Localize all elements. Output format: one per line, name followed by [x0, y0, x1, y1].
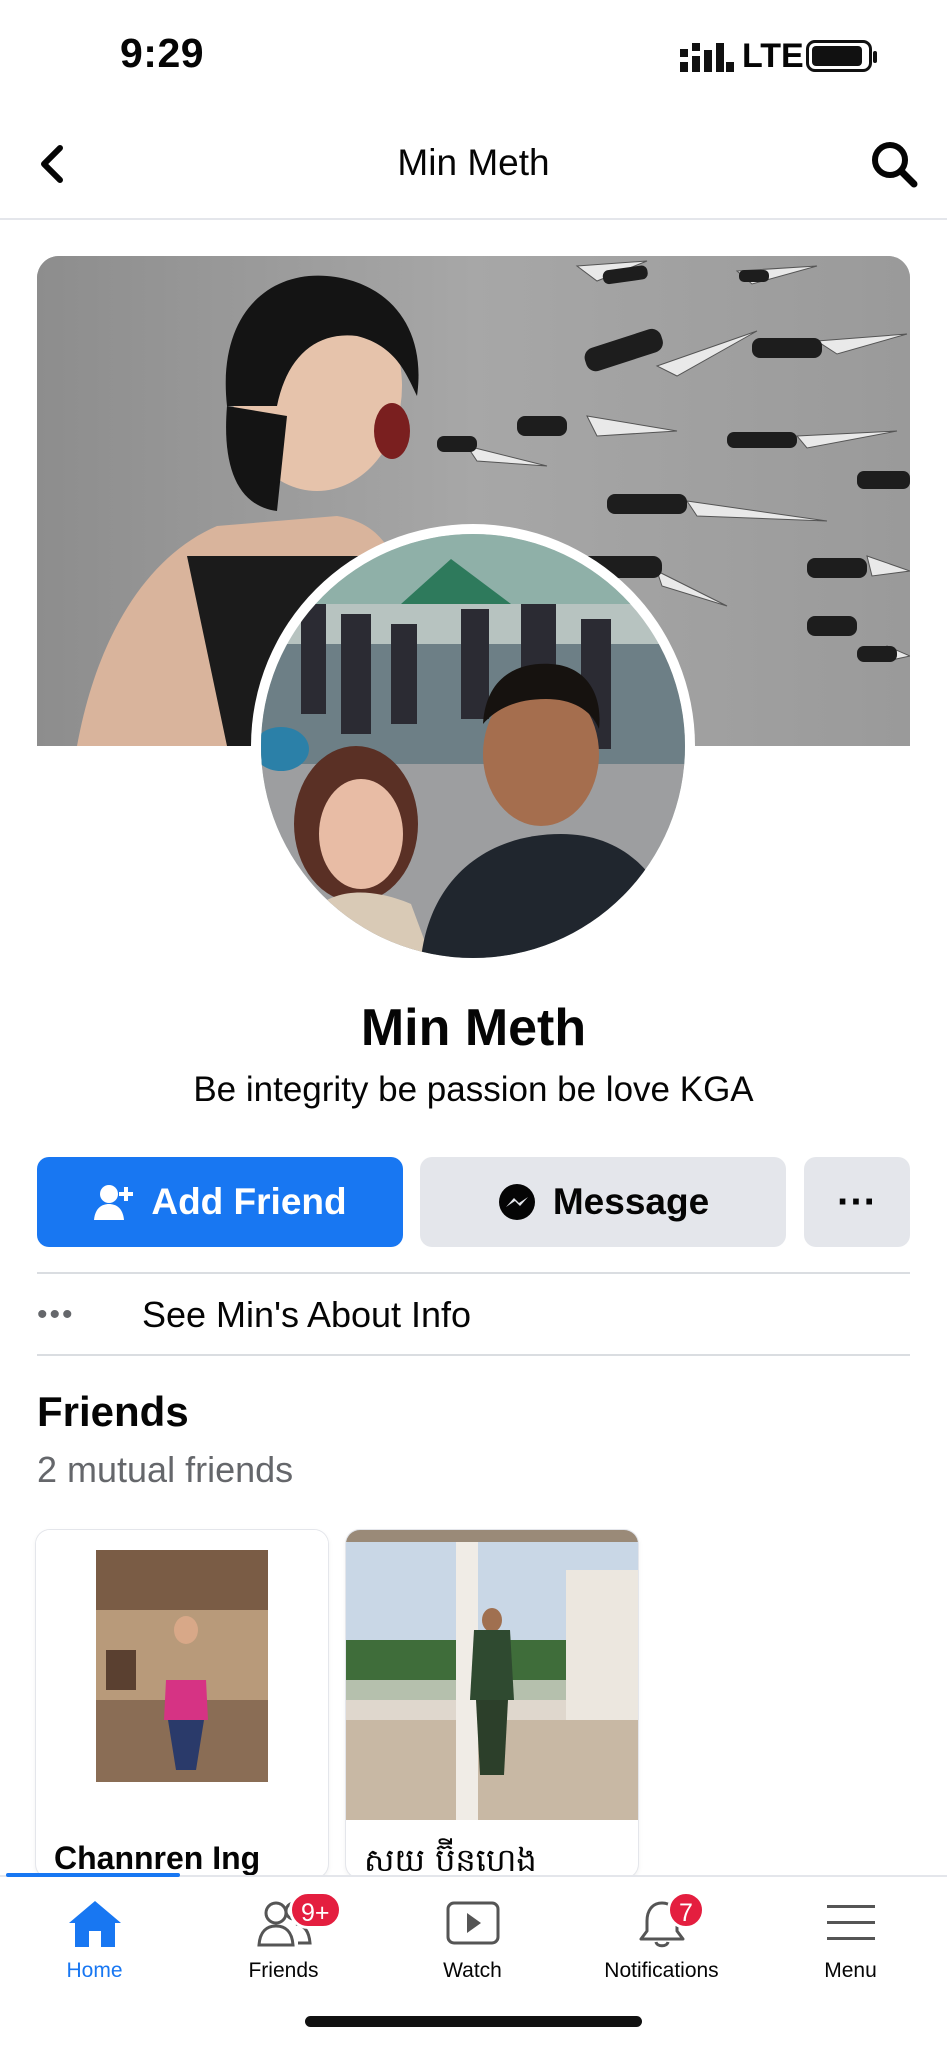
tab-friends[interactable]: 9+ Friends — [189, 1891, 378, 2007]
add-friend-icon — [94, 1185, 134, 1220]
tab-home[interactable]: Home — [0, 1897, 189, 2007]
watch-icon — [446, 1901, 499, 1945]
profile-picture-image — [261, 534, 685, 958]
search-button[interactable] — [866, 136, 924, 194]
friend-photo — [346, 1530, 638, 1820]
more-options-icon: ··· — [837, 1180, 877, 1224]
friends-section-title: Friends — [37, 1388, 189, 1435]
more-dots-icon: ••• — [37, 1298, 75, 1331]
search-icon — [872, 142, 918, 188]
active-tab-indicator — [6, 1873, 180, 1877]
friend-name: Channren Ing — [54, 1840, 261, 1876]
menu-icon — [826, 1905, 875, 1940]
network-type: LTE — [742, 37, 804, 75]
profile-bio: Be integrity be passion be love KGA — [193, 1070, 754, 1109]
tab-watch[interactable]: Watch — [378, 1897, 567, 2007]
navigation-header: Min Meth — [0, 110, 947, 220]
tab-label: Watch — [443, 1959, 502, 1982]
about-info-label: See Min's About Info — [142, 1294, 472, 1335]
friend-photo — [36, 1530, 328, 1820]
more-options-button[interactable]: ··· — [804, 1157, 910, 1247]
profile-name: Min Meth — [360, 999, 587, 1057]
status-bar: 9:29 LTE — [0, 0, 947, 110]
tab-label: Notifications — [604, 1959, 719, 1982]
messenger-icon — [498, 1184, 535, 1220]
friend-card[interactable]: Channren Ing — [36, 1530, 328, 1878]
add-friend-label: Add Friend — [151, 1181, 347, 1222]
signal-strength-icon — [680, 43, 734, 72]
tab-label: Menu — [824, 1959, 877, 1982]
see-about-info-button[interactable]: ••• See Min's About Info — [37, 1280, 910, 1350]
status-time: 9:29 — [120, 30, 205, 76]
divider — [37, 1272, 910, 1274]
add-friend-button[interactable]: Add Friend — [37, 1157, 403, 1247]
divider — [37, 1354, 910, 1356]
home-indicator — [305, 2016, 642, 2027]
profile-picture[interactable] — [251, 524, 695, 968]
tab-menu[interactable]: Menu — [756, 1897, 945, 2007]
mutual-friends-count: 2 mutual friends — [37, 1449, 294, 1490]
header-title: Min Meth — [397, 142, 550, 183]
friends-badge: 9+ — [289, 1891, 342, 1929]
tab-label: Home — [66, 1959, 123, 1982]
friend-card[interactable]: សយ ប៊ីនហេង — [346, 1530, 638, 1878]
tab-notifications[interactable]: 7 Notifications — [567, 1891, 756, 2007]
tab-label: Friends — [248, 1959, 319, 1982]
message-label: Message — [552, 1181, 710, 1222]
message-button[interactable]: Message — [420, 1157, 786, 1247]
battery-icon — [806, 40, 877, 72]
notifications-badge: 7 — [667, 1891, 705, 1929]
friend-name: សយ ប៊ីនហេង — [364, 1841, 537, 1878]
home-icon — [68, 1901, 121, 1947]
